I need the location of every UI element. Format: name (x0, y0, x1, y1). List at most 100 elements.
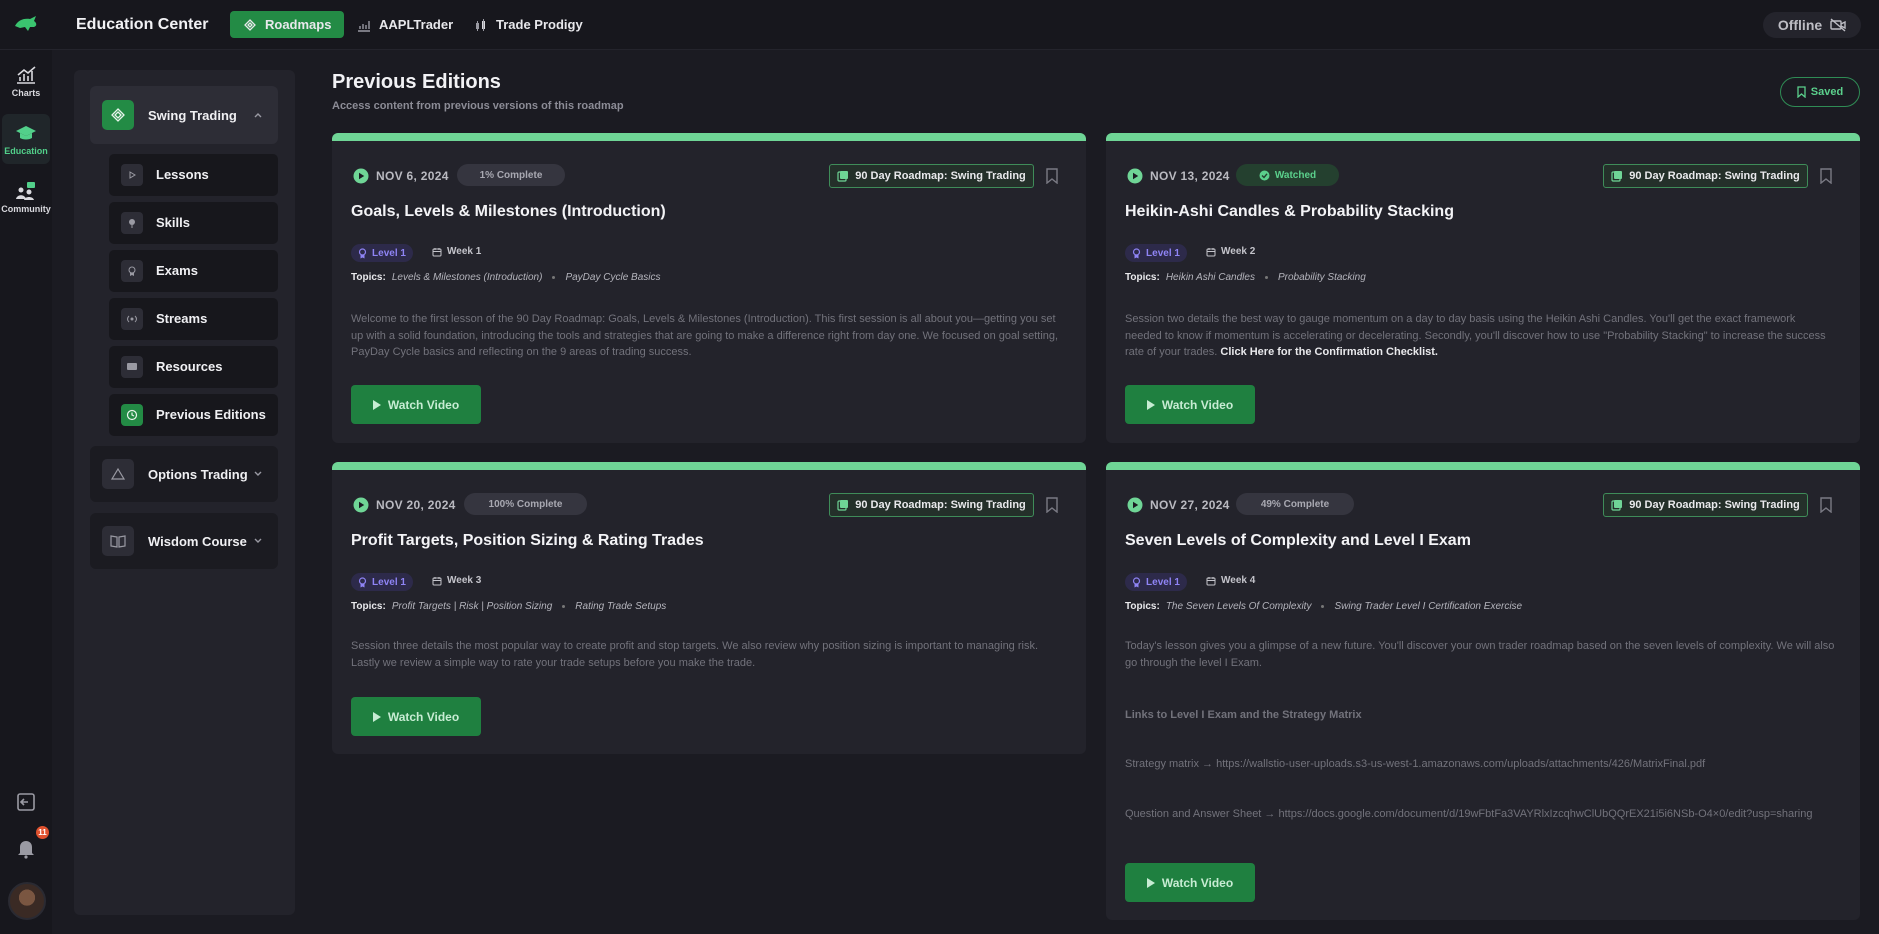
bell-icon[interactable] (14, 836, 38, 860)
roadmap-tag-label: 90 Day Roadmap: Swing Trading (1629, 499, 1800, 511)
status-label: 49% Complete (1260, 498, 1330, 510)
course-wisdom-course[interactable]: Wisdom Course (90, 513, 278, 569)
course-options-trading-label: Options Trading (148, 467, 248, 482)
tab-roadmaps[interactable]: Roadmaps (230, 11, 345, 38)
week-label: Week 3 (447, 575, 482, 586)
saved-button-label: Saved (1810, 86, 1844, 98)
topic: Heikin Ashi Candles (1165, 272, 1255, 283)
sidebar-item-label: Skills (156, 215, 190, 230)
status-label: 100% Complete (488, 498, 563, 510)
avatar[interactable] (8, 882, 46, 920)
lesson-title: Heikin-Ashi Candles & Probability Stacki… (1125, 203, 1454, 220)
course-swing-trading[interactable]: Swing Trading (90, 86, 278, 144)
lesson-date: NOV 6, 2024 (376, 169, 449, 183)
bookmark-icon[interactable] (1046, 497, 1058, 513)
calendar-icon (432, 576, 442, 585)
lesson-card: NOV 13, 2024 Watched 90 Day Roadmap: Swi… (1106, 133, 1860, 443)
separator-dot (552, 276, 556, 279)
lesson-card: NOV 6, 2024 1% Complete 90 Day Roadmap: … (332, 133, 1086, 443)
left-rail: Charts Education Community 11 (0, 50, 52, 934)
calendar-icon (1206, 247, 1216, 256)
confirmation-checklist-link[interactable]: Click Here for the Confirmation Checklis… (1220, 346, 1438, 358)
sidebar-item-streams[interactable]: Streams (109, 298, 278, 340)
rail-education-label: Education (4, 145, 48, 156)
rail-education[interactable]: Education (2, 114, 50, 164)
qa-sheet-link[interactable]: Question and Answer Sheet → https://docs… (1125, 806, 1835, 823)
chart-icon (358, 20, 370, 32)
candles-icon (476, 18, 485, 31)
roadmap-tag[interactable]: 90 Day Roadmap: Swing Trading (829, 164, 1034, 188)
chevron-down-icon (254, 471, 262, 476)
topics: Topics: Heikin Ashi Candles Probability … (1125, 272, 1366, 283)
roadmap-tag[interactable]: 90 Day Roadmap: Swing Trading (1603, 493, 1808, 517)
topics: Topics: Profit Targets | Risk | Position… (351, 601, 666, 612)
chevron-down-icon (254, 538, 262, 543)
level-badge: Level 1 (351, 244, 413, 262)
medal-icon (1132, 576, 1141, 587)
watch-video-button[interactable]: Watch Video (351, 697, 481, 736)
page-subtitle: Access content from previous versions of… (332, 100, 624, 112)
play-circle-icon[interactable] (353, 497, 369, 513)
tab-aapltrader[interactable]: AAPLTrader (344, 11, 466, 38)
notification-badge: 11 (36, 826, 49, 839)
bookmark-icon[interactable] (1820, 497, 1832, 513)
topics: Topics: Levels & Milestones (Introductio… (351, 272, 660, 283)
medal-icon (358, 247, 367, 258)
roadmap-tag-label: 90 Day Roadmap: Swing Trading (855, 170, 1026, 182)
chevron-up-icon (254, 113, 262, 118)
sidebar-item-previous-editions[interactable]: Previous Editions (109, 394, 278, 436)
bookmark-icon[interactable] (1820, 168, 1832, 184)
roadmap-tag-icon (837, 500, 849, 511)
watch-video-button[interactable]: Watch Video (351, 385, 481, 424)
play-icon (372, 399, 381, 410)
watch-video-button[interactable]: Watch Video (1125, 385, 1255, 424)
roadmap-tag-icon (1611, 171, 1623, 182)
rail-charts-label: Charts (11, 87, 41, 98)
play-circle-icon[interactable] (1127, 168, 1143, 184)
tab-trade-prodigy[interactable]: Trade Prodigy (461, 11, 596, 38)
status-badge: Watched (1236, 164, 1339, 186)
roadmap-tag[interactable]: 90 Day Roadmap: Swing Trading (1603, 164, 1808, 188)
bull-logo-icon[interactable] (12, 12, 40, 36)
logout-icon[interactable] (14, 790, 38, 814)
rail-charts[interactable]: Charts (2, 56, 50, 106)
lesson-title: Profit Targets, Position Sizing & Rating… (351, 532, 704, 549)
bookmark-icon[interactable] (1046, 168, 1058, 184)
book-icon (102, 526, 134, 556)
roadmap-tag[interactable]: 90 Day Roadmap: Swing Trading (829, 493, 1034, 517)
week-label: Week 4 (1221, 575, 1256, 586)
strategy-matrix-link[interactable]: Strategy matrix → https://wallstio-user-… (1125, 756, 1835, 773)
video-off-icon (1830, 18, 1846, 32)
topics-label: Topics: (1125, 601, 1160, 612)
connection-status-label: Offline (1777, 17, 1823, 33)
play-circle-icon[interactable] (353, 168, 369, 184)
play-icon (121, 164, 143, 186)
sidebar-item-label: Resources (156, 359, 223, 374)
roadmap-tag-label: 90 Day Roadmap: Swing Trading (855, 499, 1026, 511)
sidebar-item-exams[interactable]: Exams (109, 250, 278, 292)
level-label: Level 1 (1146, 576, 1180, 588)
lesson-description: Session three details the most popular w… (351, 640, 1039, 669)
course-wisdom-course-label: Wisdom Course (148, 534, 247, 549)
watch-video-label: Watch Video (1161, 397, 1234, 412)
check-circle-icon (1259, 170, 1270, 180)
watch-video-button[interactable]: Watch Video (1125, 863, 1255, 902)
saved-button[interactable]: Saved (1780, 77, 1860, 107)
sidebar-item-resources[interactable]: Resources (109, 346, 278, 388)
medal-icon (1132, 247, 1141, 258)
connection-status[interactable]: Offline (1763, 12, 1861, 38)
topics: Topics: The Seven Levels Of Complexity S… (1125, 601, 1522, 612)
separator-dot (562, 605, 566, 608)
rail-community[interactable]: Community (1, 172, 51, 222)
course-options-trading[interactable]: Options Trading (90, 446, 278, 502)
sidebar-item-lessons[interactable]: Lessons (109, 154, 278, 196)
sidebar-item-skills[interactable]: Skills (109, 202, 278, 244)
lesson-date: NOV 27, 2024 (1150, 498, 1230, 512)
bookmark-icon (1797, 86, 1806, 98)
separator-dot (1321, 605, 1325, 608)
pin-icon (121, 212, 143, 234)
week-label: Week 1 (447, 246, 482, 257)
play-circle-icon[interactable] (1127, 497, 1143, 513)
topics-label: Topics: (351, 601, 386, 612)
play-icon (1146, 399, 1155, 410)
